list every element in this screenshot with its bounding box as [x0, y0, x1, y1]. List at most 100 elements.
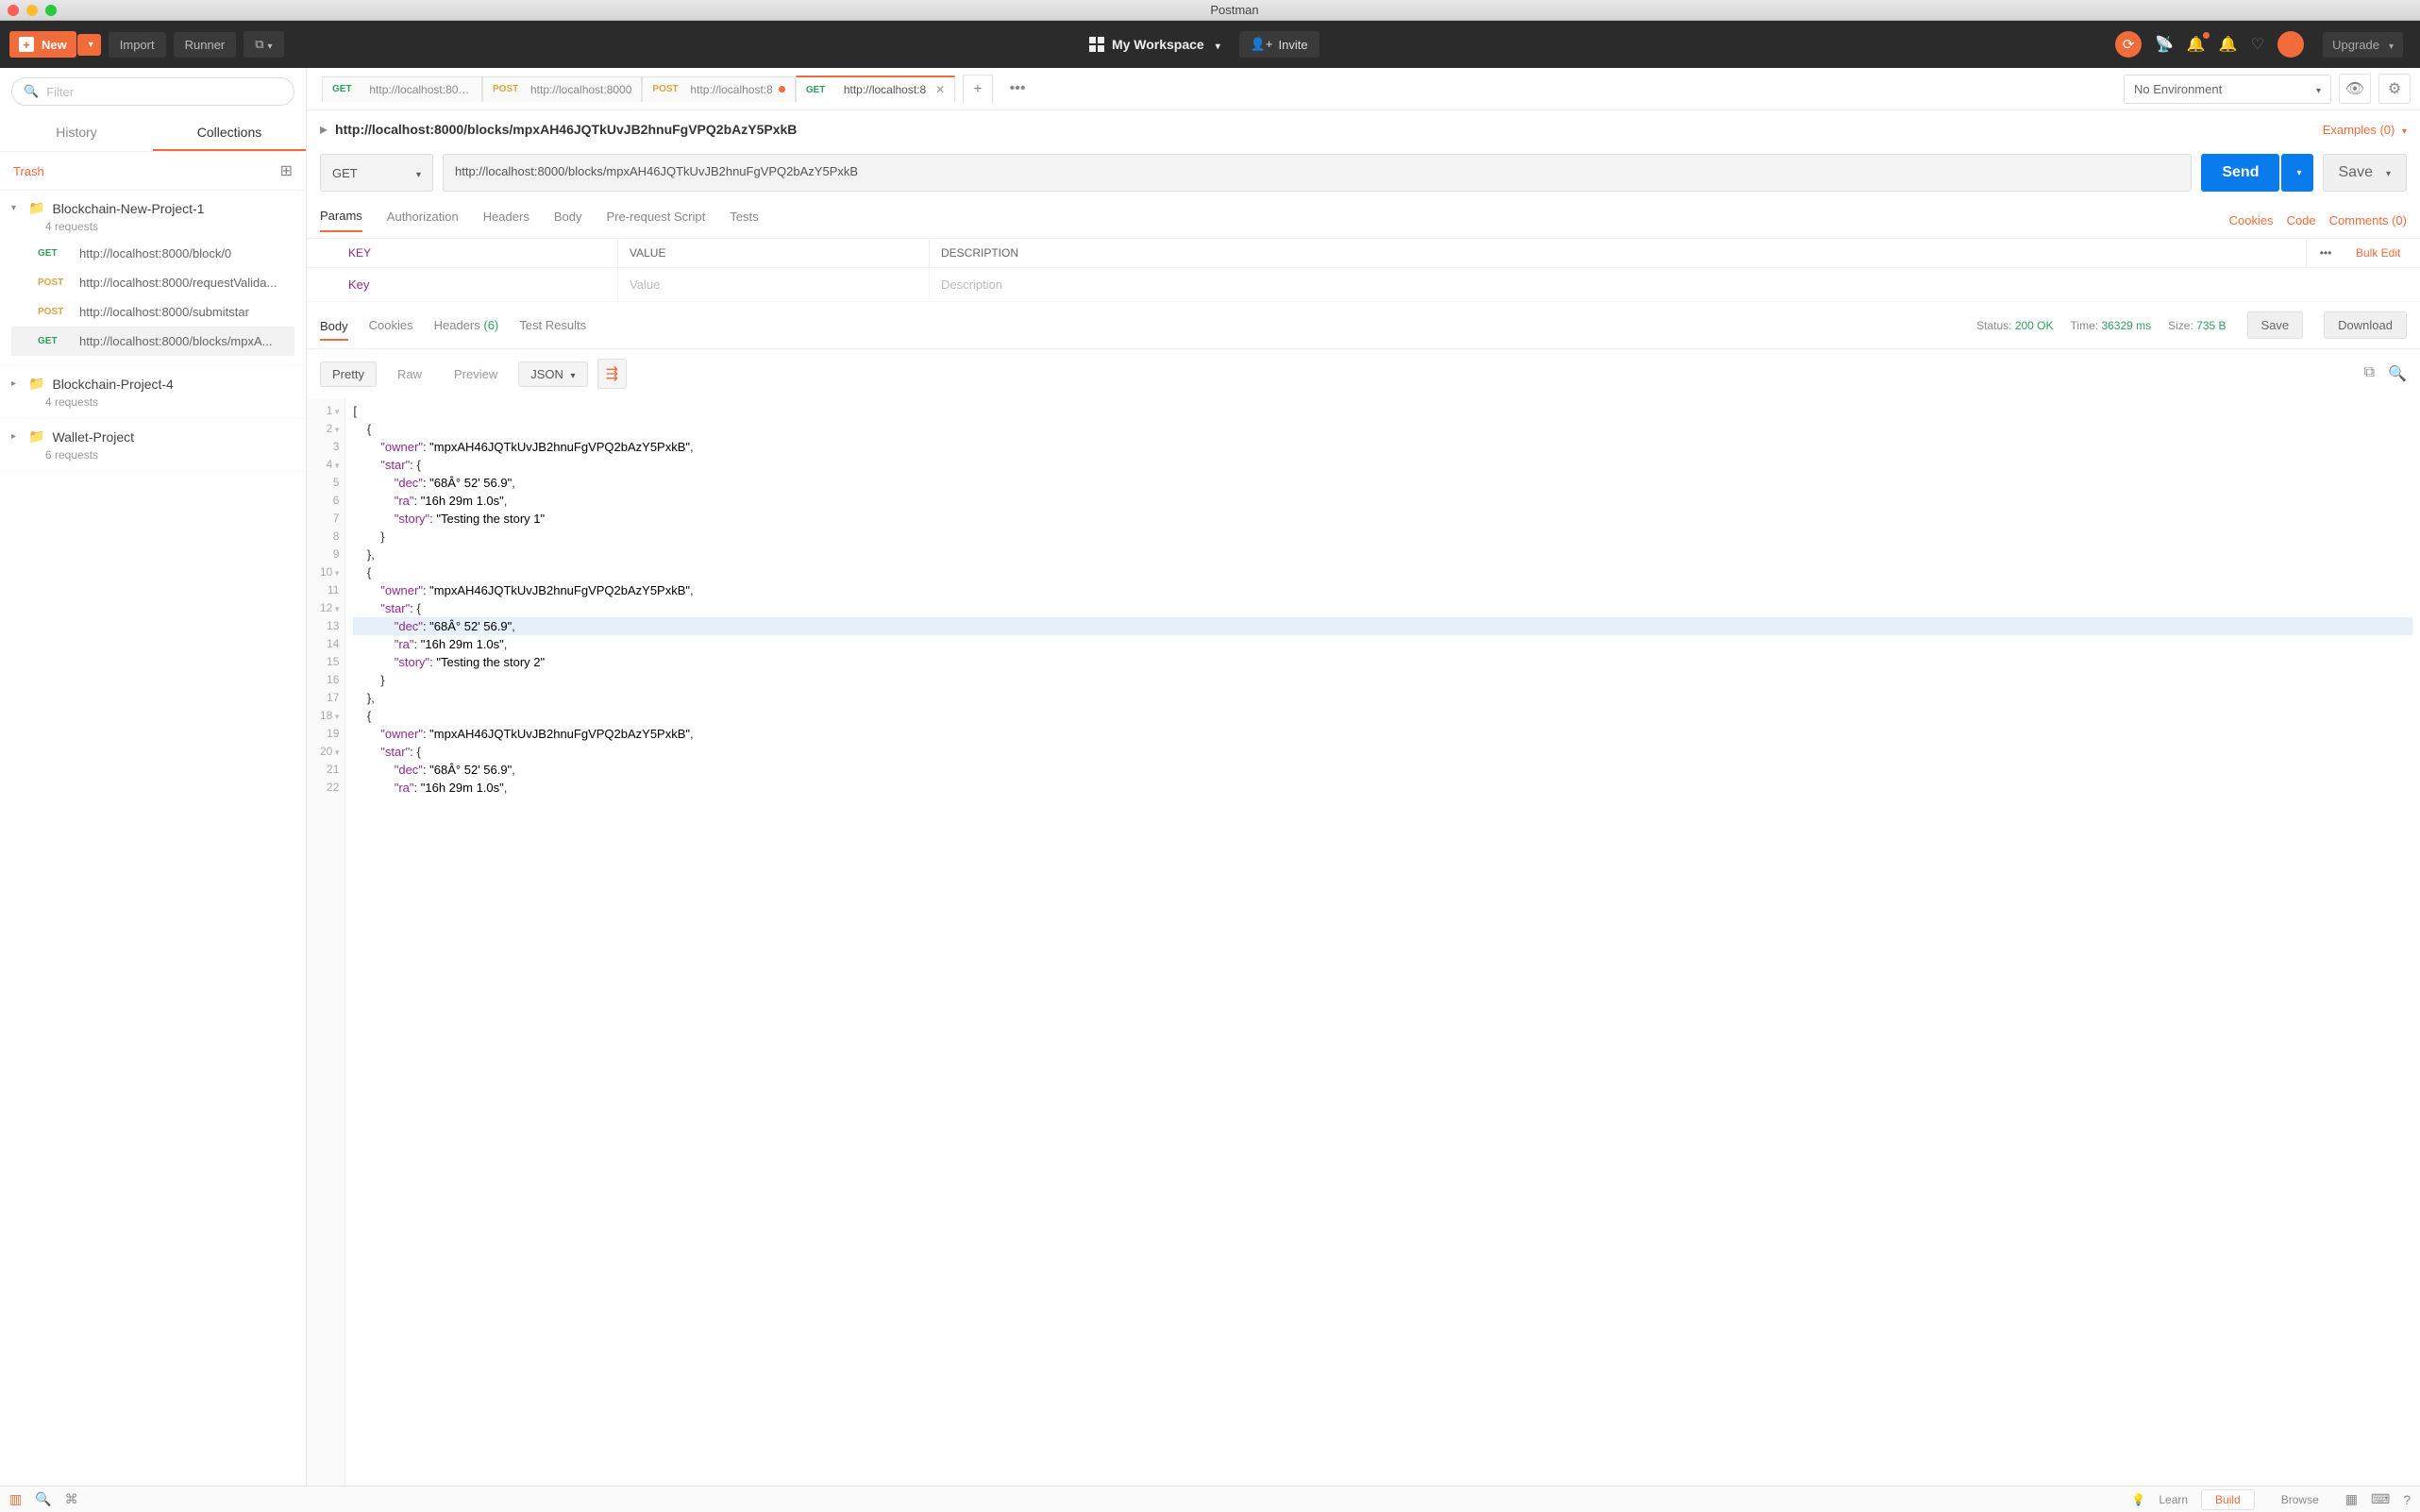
format-selector[interactable]: JSON [518, 361, 587, 387]
sidebar-request[interactable]: POSThttp://localhost:8000/submitstar [11, 297, 294, 327]
collection-header[interactable]: ▸📁Wallet-Project [11, 428, 294, 445]
subtab-tests[interactable]: Tests [730, 210, 758, 231]
size-value: 735 B [2196, 319, 2226, 332]
tab-overflow[interactable]: ••• [1000, 75, 1035, 103]
close-window[interactable] [8, 5, 19, 16]
invite-button[interactable]: 👤+ Invite [1239, 31, 1319, 58]
copy-response-icon[interactable]: ⧉ [2364, 364, 2375, 383]
app-header: + New Import Runner ⧉ My Workspace 👤+ In… [0, 21, 2420, 68]
download-response-button[interactable]: Download [2324, 311, 2407, 339]
bell-icon[interactable]: 🔔 [2219, 35, 2238, 54]
collection-count: 4 requests [45, 395, 294, 409]
send-button[interactable]: Send [2201, 154, 2279, 192]
comments-link[interactable]: Comments (0) [2329, 213, 2407, 227]
save-response-button[interactable]: Save [2247, 311, 2304, 339]
resp-tab-tests[interactable]: Test Results [519, 318, 586, 332]
main-area: GEThttp://localhost:8000/POSThttp://loca… [307, 68, 2420, 1486]
response-body[interactable]: 12345678910111213141516171819202122 [ { … [307, 398, 2420, 1486]
collection-header[interactable]: ▾📁Blockchain-New-Project-1 [11, 200, 294, 216]
request-tab[interactable]: POSThttp://localhost:8 [642, 76, 795, 102]
method-selector[interactable]: GET [320, 154, 433, 192]
request-tab[interactable]: GEThttp://localhost:8000/ [322, 76, 482, 102]
sync-button[interactable]: ⟳ [2115, 31, 2142, 58]
settings-icon[interactable]: ⚙ [2378, 74, 2411, 104]
time-value: 36329 ms [2101, 319, 2151, 332]
keyboard-icon[interactable]: ⌨ [2371, 1491, 2390, 1507]
examples-link[interactable]: Examples (0) [2323, 123, 2407, 137]
trash-link[interactable]: Trash [13, 164, 44, 178]
sidebar-request[interactable]: POSThttp://localhost:8000/requestValida.… [11, 268, 294, 297]
params-more[interactable]: ••• [2307, 239, 2344, 267]
close-tab-icon: ✕ [935, 83, 945, 96]
new-tab-button[interactable]: + [963, 75, 992, 104]
env-quicklook-icon[interactable]: 👁 [2339, 74, 2371, 104]
learn-link[interactable]: Learn [2159, 1493, 2188, 1506]
sidebar-request[interactable]: GEThttp://localhost:8000/blocks/mpxA... [11, 327, 294, 356]
import-button[interactable]: Import [109, 32, 166, 58]
browse-button[interactable]: Browse [2268, 1490, 2332, 1509]
runner-button[interactable]: Runner [174, 32, 237, 58]
new-dropdown[interactable] [77, 34, 101, 56]
bulk-edit-link[interactable]: Bulk Edit [2344, 239, 2420, 267]
tab-collections[interactable]: Collections [153, 115, 306, 151]
search-response-icon[interactable]: 🔍 [2388, 364, 2407, 383]
upgrade-button[interactable]: Upgrade [2323, 32, 2403, 58]
two-pane-icon[interactable]: ▦ [2345, 1491, 2358, 1507]
subtab-prerequest[interactable]: Pre-request Script [606, 210, 705, 231]
bootcamp-icon[interactable]: 💡 [2131, 1493, 2145, 1506]
window-title: Postman [57, 3, 2412, 17]
resp-tab-body[interactable]: Body [320, 319, 348, 341]
resp-tab-headers[interactable]: Headers (6) [434, 318, 499, 332]
subtab-headers[interactable]: Headers [483, 210, 529, 231]
new-window-button[interactable]: ⧉ [244, 31, 283, 58]
status-bar: ▥ 🔍 ⌘ 💡 Learn Build Browse ▦ ⌨ ? [0, 1486, 2420, 1512]
notifications-icon[interactable]: 🔔 [2187, 35, 2206, 54]
search-icon: 🔍 [24, 84, 39, 99]
build-button[interactable]: Build [2201, 1489, 2255, 1510]
collection-count: 6 requests [45, 448, 294, 462]
collection-header[interactable]: ▸📁Blockchain-Project-4 [11, 376, 294, 392]
request-tab[interactable]: POSThttp://localhost:8000 [482, 76, 642, 102]
minimize-window[interactable] [26, 5, 38, 16]
collapse-icon[interactable]: ▸ [320, 120, 328, 139]
wrap-lines-icon[interactable]: ⇶ [597, 359, 627, 389]
console-icon[interactable]: ⌘ [65, 1491, 78, 1507]
modified-dot-icon [779, 86, 785, 92]
collection-count: 4 requests [45, 220, 294, 233]
capture-icon[interactable]: 📡 [2155, 35, 2174, 54]
view-pretty[interactable]: Pretty [320, 361, 377, 387]
environment-selector[interactable]: No Environment [2124, 75, 2331, 104]
new-collection-icon[interactable]: ⊞ [280, 161, 293, 180]
sidebar: 🔍 Filter History Collections Trash ⊞ ▾📁B… [0, 68, 307, 1486]
view-raw[interactable]: Raw [386, 362, 433, 386]
heart-icon[interactable]: ♡ [2251, 35, 2264, 54]
subtab-authorization[interactable]: Authorization [387, 210, 459, 231]
save-button[interactable]: Save [2323, 154, 2408, 192]
workspace-selector[interactable]: My Workspace [1080, 31, 1230, 58]
resp-tab-cookies[interactable]: Cookies [369, 318, 413, 332]
sidebar-request[interactable]: GEThttp://localhost:8000/block/0 [11, 239, 294, 268]
avatar[interactable] [2277, 31, 2304, 58]
status-value: 200 OK [2015, 319, 2054, 332]
cookies-link[interactable]: Cookies [2229, 213, 2274, 227]
grid-icon [1089, 37, 1104, 52]
subtab-params[interactable]: Params [320, 209, 362, 232]
send-dropdown[interactable] [2281, 154, 2312, 192]
sidebar-toggle-icon[interactable]: ▥ [9, 1491, 22, 1507]
request-title: http://localhost:8000/blocks/mpxAH46JQTk… [335, 122, 2315, 137]
help-icon[interactable]: ? [2403, 1492, 2411, 1507]
subtab-body[interactable]: Body [554, 210, 582, 231]
view-preview[interactable]: Preview [443, 362, 509, 386]
new-button[interactable]: + New [9, 31, 76, 58]
maximize-window[interactable] [45, 5, 57, 16]
filter-input[interactable]: 🔍 Filter [11, 77, 294, 106]
person-plus-icon: 👤+ [1251, 37, 1273, 52]
tab-history[interactable]: History [0, 115, 153, 151]
code-link[interactable]: Code [2287, 213, 2316, 227]
request-tab[interactable]: GEThttp://localhost:8✕ [796, 76, 955, 102]
url-input[interactable]: http://localhost:8000/blocks/mpxAH46JQTk… [443, 154, 2192, 192]
find-icon[interactable]: 🔍 [35, 1491, 51, 1507]
titlebar: Postman [0, 0, 2420, 21]
params-row-empty[interactable]: Key Value Description [307, 268, 2420, 302]
plus-icon: + [19, 37, 34, 52]
